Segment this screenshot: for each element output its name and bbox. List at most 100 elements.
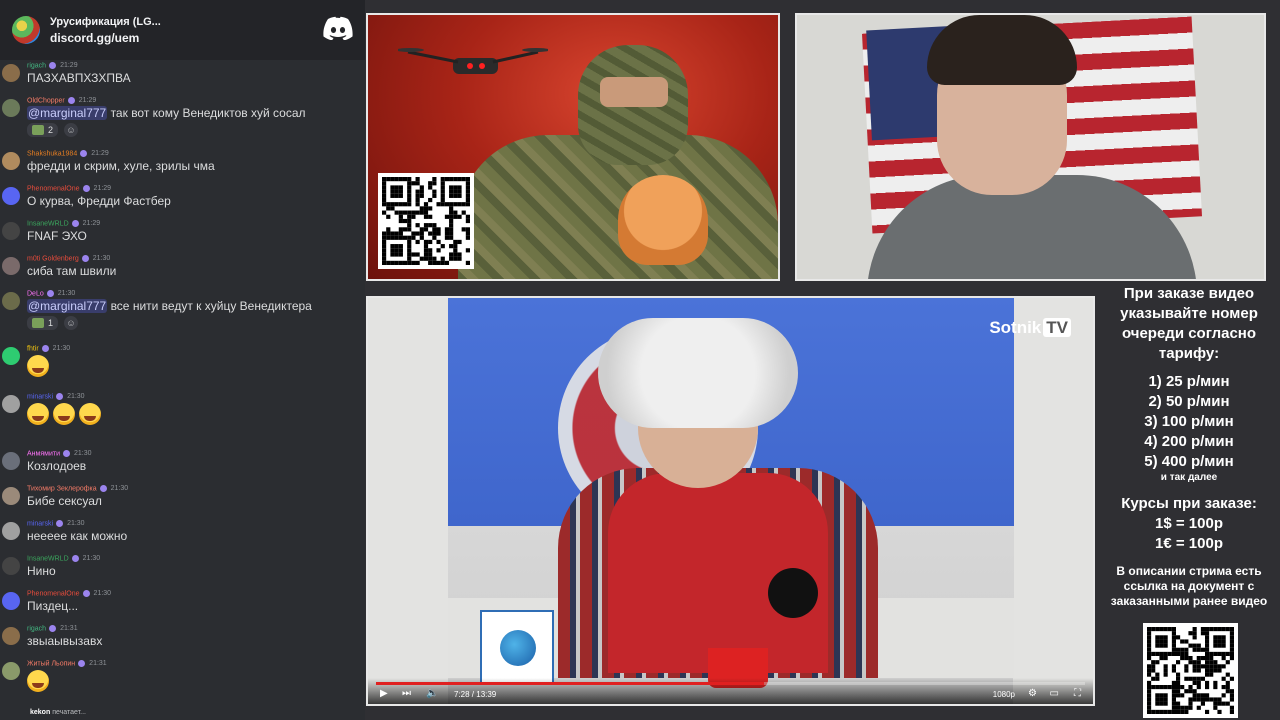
username[interactable]: OldChopper bbox=[27, 97, 65, 104]
timestamp: 21:30 bbox=[73, 450, 92, 458]
user-avatar[interactable] bbox=[2, 64, 20, 82]
username[interactable]: minarski bbox=[27, 520, 53, 527]
timestamp: 21:29 bbox=[82, 220, 101, 228]
server-invite-link[interactable]: discord.gg/uem bbox=[50, 31, 161, 45]
next-icon[interactable]: ⏭ bbox=[402, 688, 411, 699]
message-meta: minarski 21:30 bbox=[27, 393, 85, 400]
add-reaction-icon[interactable]: ☺ bbox=[64, 316, 79, 330]
user-avatar[interactable] bbox=[2, 627, 20, 645]
player-controls: ▶ ⏭ 🔈 7:28 / 13:39 1080p ⚙ ▭ ⛶ bbox=[368, 678, 1093, 704]
timestamp: 21:31 bbox=[60, 625, 78, 633]
message-text bbox=[27, 670, 53, 695]
user-avatar[interactable] bbox=[2, 662, 20, 680]
server-name: Урусификация (LG... bbox=[50, 15, 161, 28]
role-badge-icon bbox=[41, 345, 49, 352]
volume-icon[interactable]: 🔈 bbox=[426, 688, 438, 699]
timestamp: 21:29 bbox=[93, 185, 112, 193]
laughing-emoji-icon bbox=[27, 355, 49, 377]
description-note: В описании стрима есть ссылка на докумен… bbox=[1110, 564, 1268, 608]
message-text: FNAF ЭХО bbox=[27, 229, 87, 243]
message-text: О курва, Фредди Фастбер bbox=[27, 194, 171, 208]
user-avatar[interactable] bbox=[2, 187, 20, 205]
username[interactable]: DeLo bbox=[27, 290, 44, 297]
webcam-feed bbox=[795, 13, 1266, 281]
timestamp: 21:29 bbox=[78, 97, 97, 105]
username[interactable]: PhenomenalOne bbox=[27, 185, 80, 192]
message-text: сиба там швили bbox=[27, 264, 117, 278]
username[interactable]: m0ti Goldenberg bbox=[27, 255, 79, 262]
reaction-pill[interactable]: 1 bbox=[27, 316, 59, 330]
tariff-item: 1) 25 р/мин bbox=[1148, 373, 1230, 390]
username[interactable]: Shakshuka1984 bbox=[27, 150, 77, 157]
username[interactable]: Житый Льопин bbox=[27, 660, 75, 667]
role-badge-icon bbox=[49, 62, 57, 69]
user-avatar[interactable] bbox=[2, 99, 20, 117]
timestamp: 21:30 bbox=[92, 255, 111, 263]
user-avatar[interactable] bbox=[2, 395, 20, 413]
user-avatar[interactable] bbox=[2, 257, 20, 275]
username[interactable]: PhenomenalOne bbox=[27, 590, 80, 597]
message-meta: Анмямити 21:30 bbox=[27, 450, 92, 457]
role-badge-icon bbox=[78, 660, 86, 667]
message-text: неееее как можно bbox=[27, 529, 128, 543]
tariff-item: 2) 50 р/мин bbox=[1148, 393, 1230, 410]
role-badge-icon bbox=[71, 555, 79, 562]
message-text bbox=[27, 403, 105, 428]
cast-icon[interactable]: ▭ bbox=[1050, 688, 1059, 699]
tariff-item: 3) 100 р/мин bbox=[1144, 413, 1234, 430]
role-badge-icon bbox=[71, 220, 79, 227]
username[interactable]: Анмямити bbox=[27, 450, 60, 457]
role-badge-icon bbox=[81, 255, 89, 262]
username[interactable]: InsaneWRLD bbox=[27, 555, 69, 562]
username[interactable]: InsaneWRLD bbox=[27, 220, 69, 227]
settings-gear-icon[interactable]: ⚙ bbox=[1028, 688, 1037, 699]
user-avatar[interactable] bbox=[2, 522, 20, 540]
reaction-count: 2 bbox=[48, 125, 54, 135]
server-icon bbox=[12, 16, 40, 44]
cat-image bbox=[618, 175, 708, 265]
user-avatar[interactable] bbox=[2, 452, 20, 470]
message-text bbox=[27, 355, 53, 380]
progress-bar[interactable] bbox=[376, 682, 1085, 685]
message-meta: rigach 21:31 bbox=[27, 625, 78, 632]
soldier-face bbox=[600, 77, 668, 107]
poster-image bbox=[366, 13, 780, 281]
username[interactable]: Тихомир Зеклерофка bbox=[27, 485, 97, 492]
user-avatar[interactable] bbox=[2, 557, 20, 575]
reaction-emoji-icon bbox=[32, 125, 44, 135]
role-badge-icon bbox=[49, 625, 57, 632]
role-badge-icon bbox=[67, 97, 75, 104]
username[interactable]: minarski bbox=[27, 393, 53, 400]
user-avatar[interactable] bbox=[2, 592, 20, 610]
message-text: звыаывызавх bbox=[27, 634, 103, 648]
message-text: Бибе сексуал bbox=[27, 494, 102, 508]
reaction-pill[interactable]: 2 bbox=[27, 123, 59, 137]
laughing-emoji-icon bbox=[27, 670, 49, 692]
username[interactable]: rigach bbox=[27, 62, 46, 69]
role-badge-icon bbox=[56, 393, 64, 400]
message-meta: minarski 21:30 bbox=[27, 520, 85, 527]
user-avatar[interactable] bbox=[2, 347, 20, 365]
laughing-emoji-icon bbox=[53, 403, 75, 425]
user-avatar[interactable] bbox=[2, 487, 20, 505]
video-side-blur-right bbox=[1013, 298, 1093, 704]
user-avatar[interactable] bbox=[2, 222, 20, 240]
fullscreen-icon[interactable]: ⛶ bbox=[1074, 688, 1081, 699]
username[interactable]: fhtir bbox=[27, 345, 39, 352]
play-icon[interactable]: ▶ bbox=[380, 688, 388, 699]
user-avatar[interactable] bbox=[2, 292, 20, 310]
user-mention[interactable]: @marginal777 bbox=[27, 299, 108, 313]
reaction-emoji-icon bbox=[32, 318, 44, 328]
user-mention[interactable]: @marginal777 bbox=[27, 106, 108, 120]
video-player[interactable]: Sotnik TV ▶ ⏭ 🔈 7:28 / 13:39 1080p ⚙ ▭ ⛶ bbox=[366, 296, 1095, 706]
typing-user: kekon bbox=[30, 709, 51, 716]
add-reaction-icon[interactable]: ☺ bbox=[64, 123, 79, 137]
message-text: ПАЗХАВПХЗХПВА bbox=[27, 71, 131, 85]
role-badge-icon bbox=[82, 590, 90, 597]
time-display: 7:28 / 13:39 bbox=[454, 690, 497, 699]
username[interactable]: rigach bbox=[27, 625, 46, 632]
message-meta: Shakshuka1984 21:29 bbox=[27, 150, 109, 157]
role-badge-icon bbox=[56, 520, 64, 527]
user-avatar[interactable] bbox=[2, 152, 20, 170]
watermark-tv: TV bbox=[1043, 318, 1071, 337]
